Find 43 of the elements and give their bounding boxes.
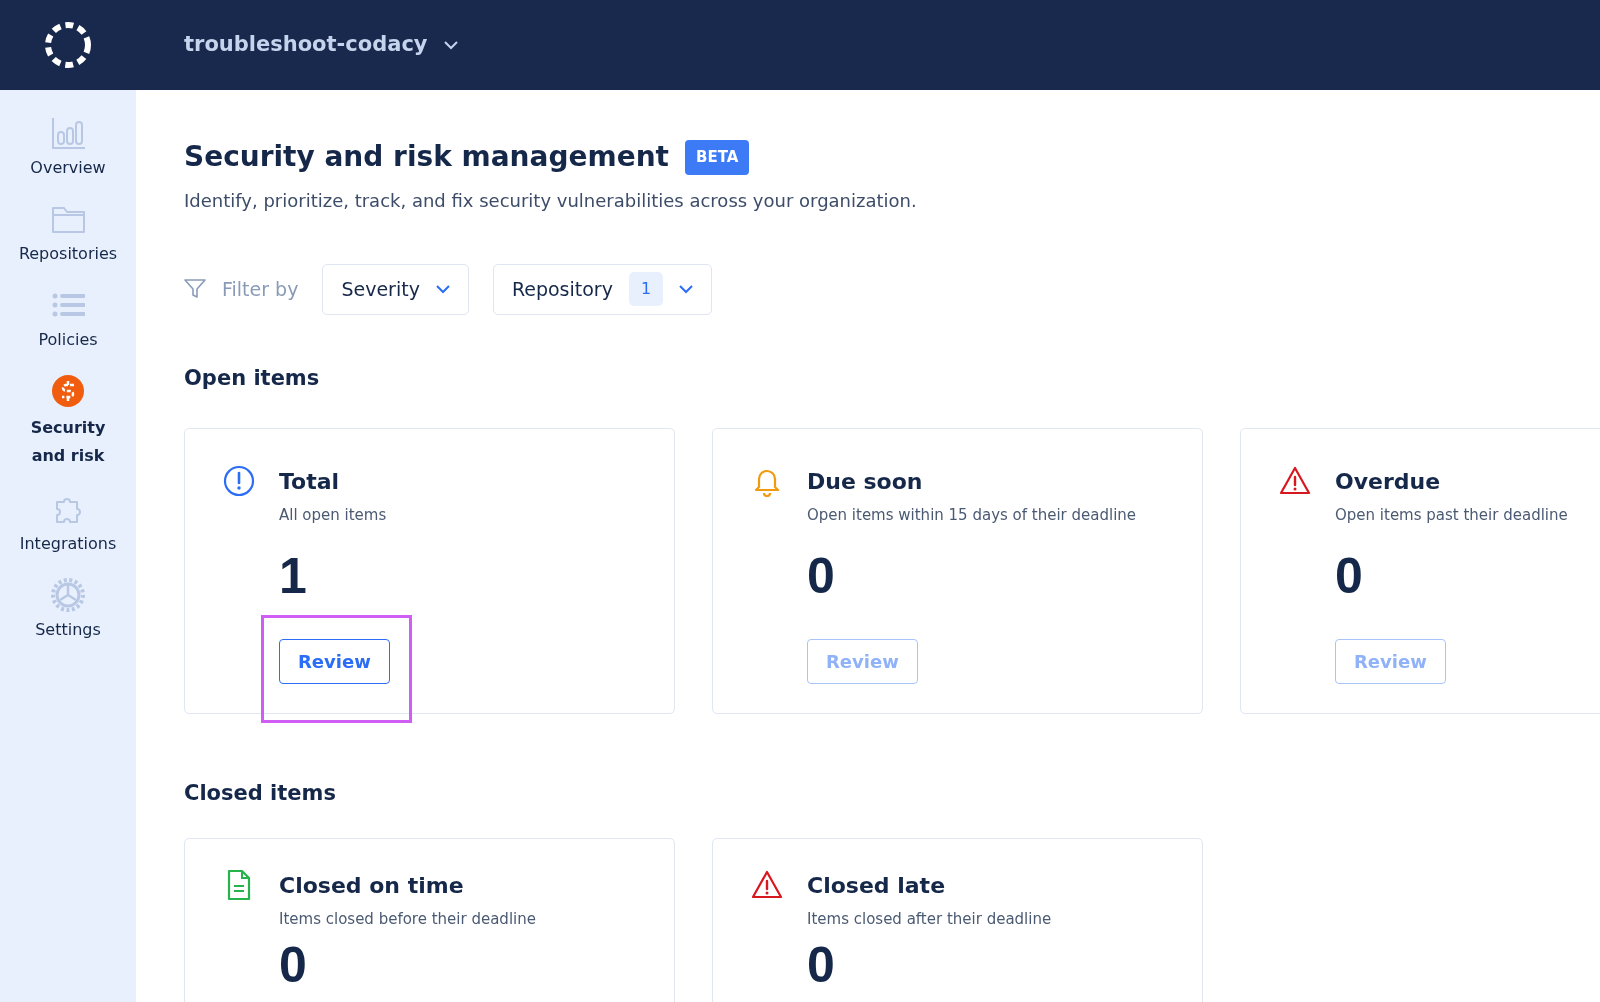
section-title: Open items xyxy=(184,364,321,392)
sidebar-item[interactable]: Overview xyxy=(0,116,136,180)
card-description: Open items within 15 days of their deadline xyxy=(807,505,1137,526)
section-title: Closed items xyxy=(184,780,337,807)
count-badge: 1 xyxy=(628,272,664,306)
chart-icon xyxy=(51,116,85,150)
card-title: Total xyxy=(279,468,340,496)
filter-icon xyxy=(184,279,206,299)
sidebar-item[interactable]: Security and risk xyxy=(0,374,136,470)
page-subtitle: Identify, prioritize, track, and fix security vulnerabilities across your organization. xyxy=(184,188,918,213)
card-count: 0 xyxy=(279,940,307,990)
filter-dropdown[interactable]: Severity xyxy=(322,263,469,315)
review-button[interactable]: Review xyxy=(279,638,390,684)
beta-badge: BETA xyxy=(684,140,750,175)
sidebar-item[interactable]: Integrations xyxy=(0,492,136,556)
caret-icon xyxy=(435,284,450,294)
warning-icon xyxy=(1279,465,1311,497)
gear-icon xyxy=(51,578,85,612)
card-count: 0 xyxy=(1335,550,1363,601)
card-description: Items closed after their deadline xyxy=(807,908,1052,930)
page-title: Security and risk management xyxy=(184,140,669,175)
card-description: Items closed before their deadline xyxy=(279,908,536,930)
info-icon xyxy=(223,465,255,497)
card-description: Open items past their deadline xyxy=(1335,505,1568,526)
filter-label: Filter by xyxy=(222,276,299,302)
filter-dropdown[interactable]: Repository 1 xyxy=(492,263,713,315)
card-count: 1 xyxy=(279,550,307,601)
card-title: Closed on time xyxy=(279,871,464,900)
organization-name[interactable]: troubleshoot-codacy xyxy=(184,29,428,61)
sidebar-item[interactable]: Settings xyxy=(0,578,136,642)
caret-icon xyxy=(443,41,458,50)
card-description: All open items xyxy=(279,505,387,526)
card-count: 0 xyxy=(807,940,835,990)
sidebar-item[interactable]: Policies xyxy=(0,288,136,352)
caret-icon xyxy=(679,284,694,294)
warning-icon xyxy=(751,868,783,901)
card-count: 0 xyxy=(807,550,835,601)
card-title: Closed late xyxy=(807,871,946,900)
card-title: Overdue xyxy=(1335,468,1441,496)
dollar-icon xyxy=(51,374,85,408)
card-title: Due soon xyxy=(807,468,923,496)
sidebar-item[interactable]: Repositories xyxy=(0,202,136,266)
logo-icon xyxy=(43,20,93,70)
